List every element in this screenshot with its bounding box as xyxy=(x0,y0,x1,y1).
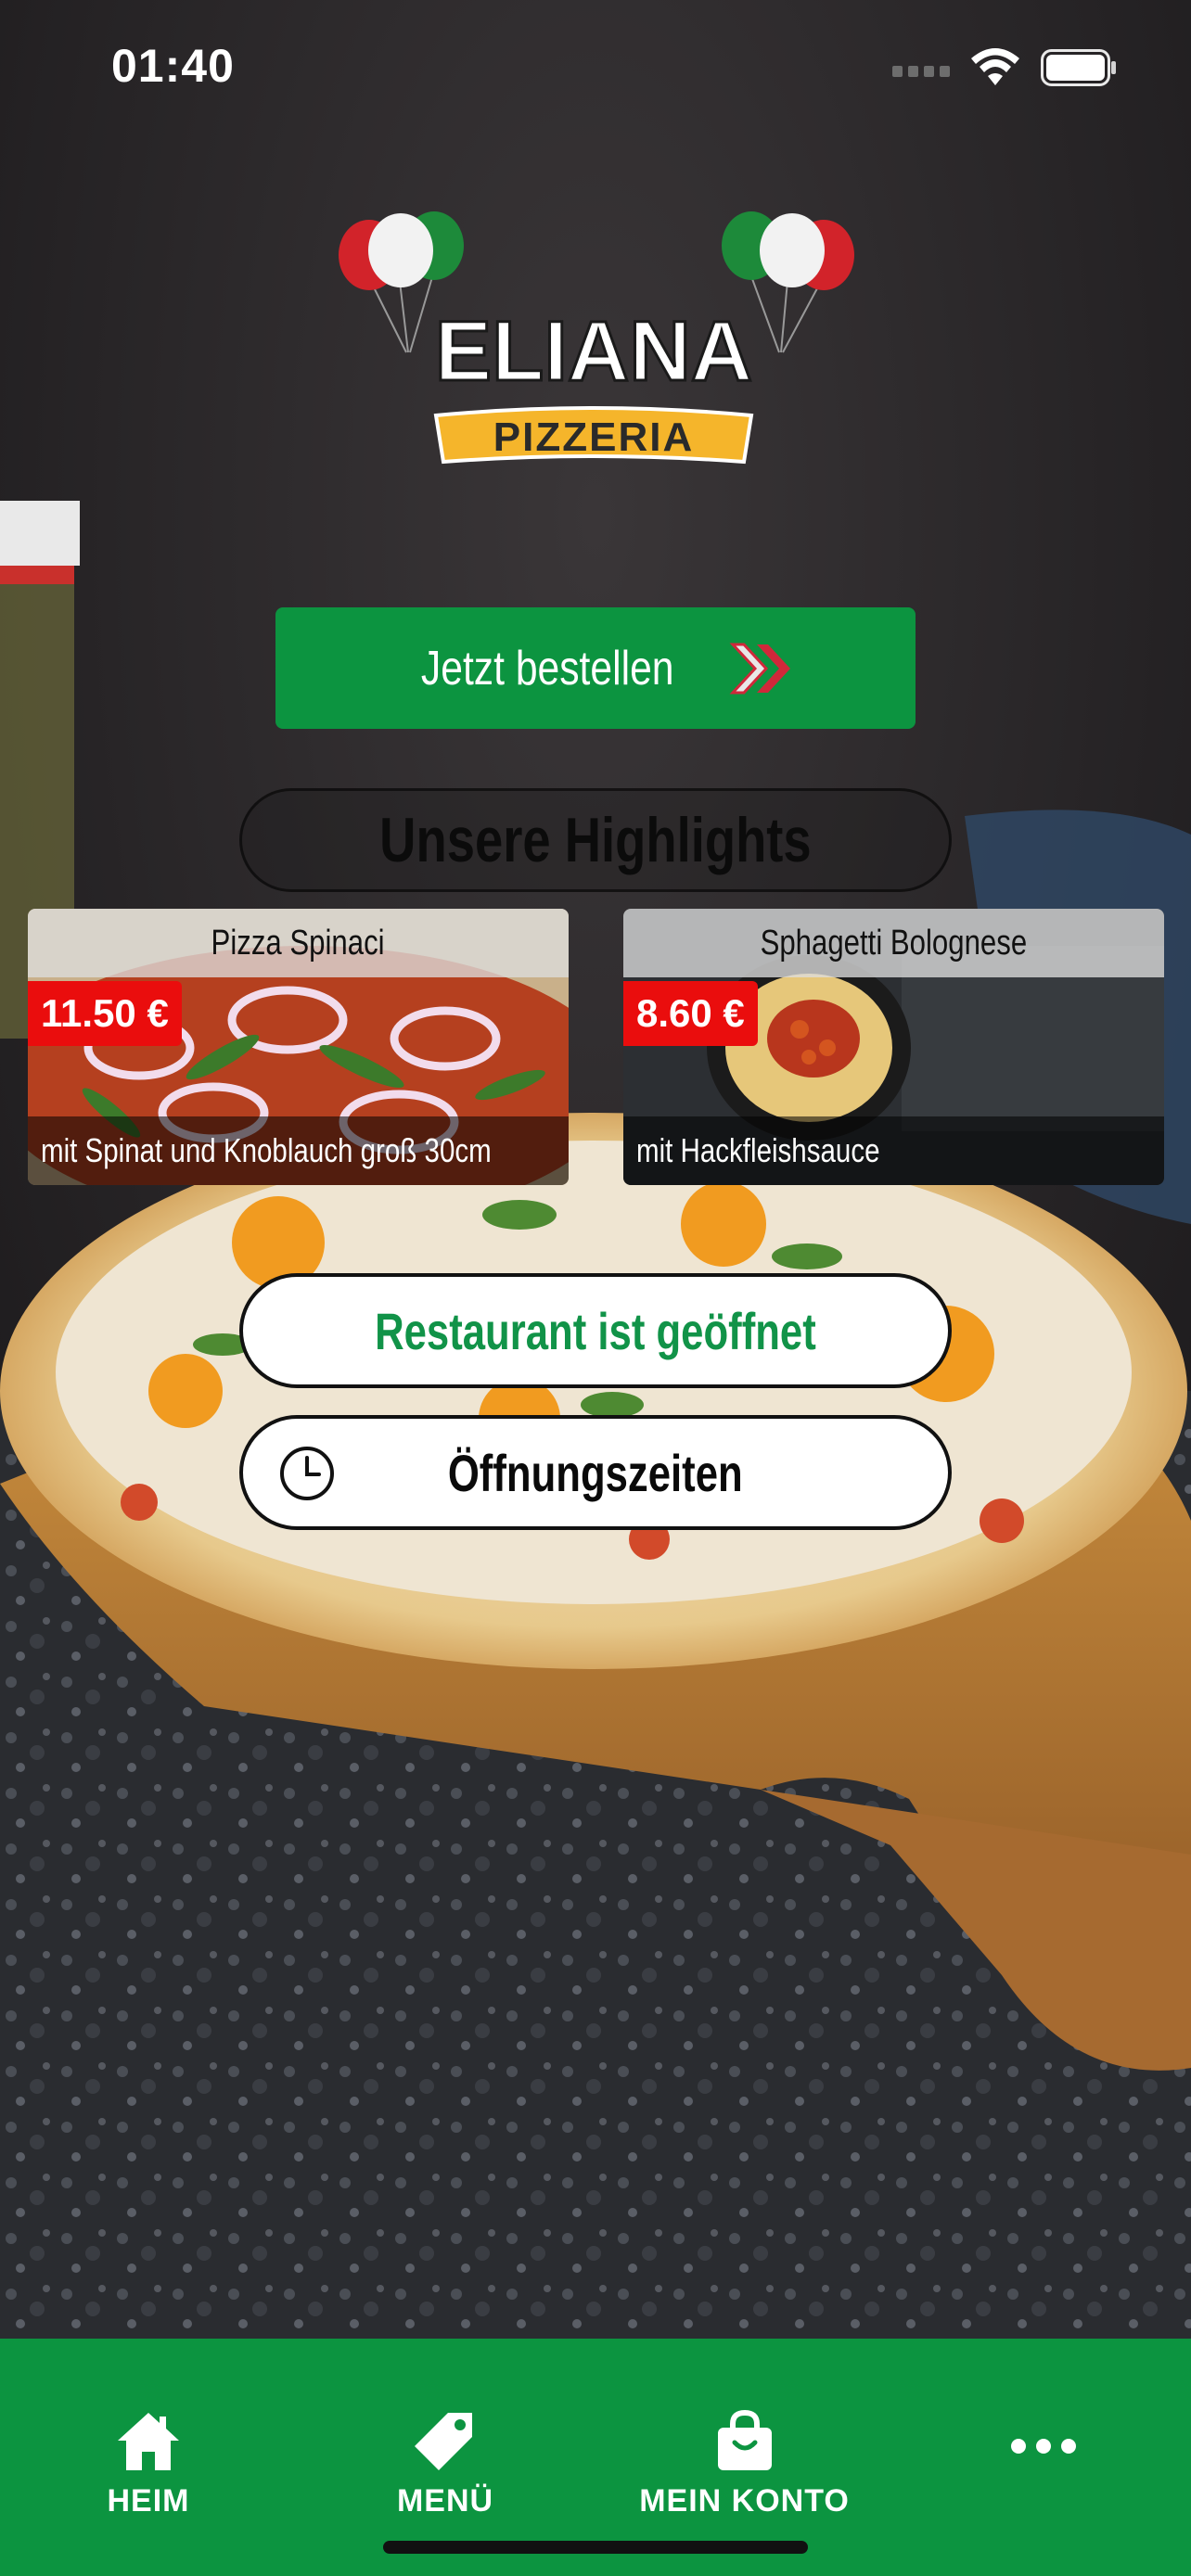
wifi-icon xyxy=(971,48,1019,85)
card-description: mit Spinat und Knoblauch groß 30cm xyxy=(28,1116,569,1185)
card-title: Pizza Spinaci xyxy=(28,909,569,977)
battery-icon xyxy=(1041,49,1116,86)
card-description: mit Hackfleishsauce xyxy=(623,1116,1164,1185)
nav-item-my-account[interactable]: MEIN KONTO xyxy=(631,2409,858,2520)
opening-hours-label: Öffnungszeiten xyxy=(448,1443,743,1502)
clock-icon xyxy=(280,1447,334,1500)
shopping-bag-icon xyxy=(717,2409,772,2470)
status-bar: 01:40 xyxy=(0,0,1191,139)
cellular-signal-icon xyxy=(892,66,950,77)
status-icons xyxy=(892,45,1117,91)
opening-hours-button[interactable]: Öffnungszeiten xyxy=(239,1415,952,1530)
tag-icon xyxy=(415,2413,472,2470)
restaurant-status-button[interactable]: Restaurant ist geöffnet xyxy=(239,1273,952,1388)
nav-item-more[interactable] xyxy=(1002,2437,1085,2548)
card-title: Sphagetti Bolognese xyxy=(623,909,1164,977)
highlights-title: Unsere Highlights xyxy=(239,788,952,892)
highlight-card-spaghetti-bolognese[interactable]: Sphagetti Bolognese 8.60 € mit Hackfleis… xyxy=(623,909,1164,1185)
home-indicator xyxy=(383,2541,808,2554)
nav-label: MENÜ xyxy=(396,2483,494,2519)
status-time: 01:40 xyxy=(111,40,235,92)
order-now-button[interactable]: Jetzt bestellen xyxy=(275,607,916,729)
double-chevron-right-icon xyxy=(729,643,791,694)
nav-item-menu[interactable]: MENÜ xyxy=(380,2409,510,2520)
price-badge: 8.60 € xyxy=(623,981,758,1046)
pizzeria-logo: ELIANA PIZZERIA xyxy=(339,211,854,465)
nav-label: MEIN KONTO xyxy=(639,2483,850,2519)
highlight-card-pizza-spinaci[interactable]: Pizza Spinaci 11.50 € mit Spinat und Kno… xyxy=(28,909,569,1185)
nav-item-home[interactable]: HEIM xyxy=(93,2409,204,2520)
restaurant-status-label: Restaurant ist geöffnet xyxy=(375,1301,816,1360)
home-icon xyxy=(118,2413,179,2470)
order-now-label: Jetzt bestellen xyxy=(420,641,674,695)
logo-subtitle: PIZZERIA xyxy=(493,414,694,460)
price-badge: 11.50 € xyxy=(28,981,182,1046)
nav-label: HEIM xyxy=(107,2483,190,2519)
logo-name: ELIANA xyxy=(435,304,752,399)
more-dots-icon xyxy=(1011,2439,1076,2454)
